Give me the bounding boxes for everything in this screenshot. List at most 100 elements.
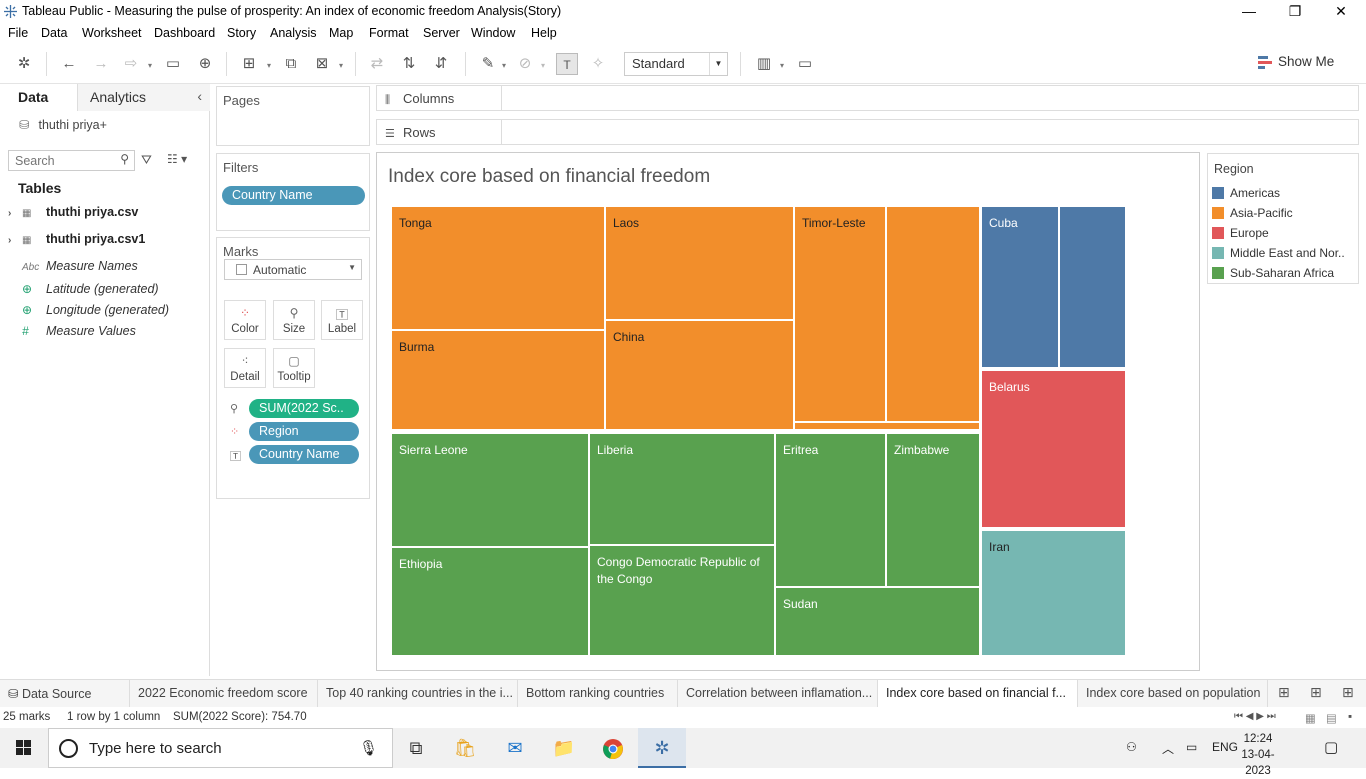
search-field[interactable]: ⚲ [8,150,135,171]
menu-format[interactable]: Format [369,26,409,40]
treemap-tile-eritrea[interactable]: Eritrea [775,433,886,587]
treemap-tile-cuba[interactable]: Cuba [981,206,1059,368]
treemap-tile[interactable] [1059,206,1126,368]
menu-map[interactable]: Map [329,26,353,40]
treemap-tile-iran[interactable]: Iran [981,530,1126,656]
menu-server[interactable]: Server [423,26,460,40]
treemap-tile-ethiopia[interactable]: Ethiopia [391,547,589,656]
size-button[interactable]: ⚲ Size [273,300,315,340]
menu-help[interactable]: Help [531,26,557,40]
treemap-tile-burma[interactable]: Burma [391,330,605,430]
filters-card[interactable]: Filters Country Name [216,153,370,231]
expand-icon[interactable]: › [8,208,22,219]
mail-icon[interactable]: ✉ [491,728,539,768]
treemap-tile[interactable] [794,422,980,430]
show-cards-icon[interactable]: ▥ [753,53,775,75]
view-options-icon[interactable]: ☷ ▾ [167,152,187,166]
treemap-tile-timor-leste[interactable]: Timor-Leste [794,206,886,422]
tab-sheet[interactable]: Bottom ranking countries [518,680,678,707]
battery-icon[interactable]: ▭ [1186,740,1197,754]
new-story-icon[interactable]: ⊞ [1342,684,1354,701]
clear-sheet-icon[interactable]: ⊠ [311,53,333,75]
menu-window[interactable]: Window [471,26,515,40]
tableau-home-icon[interactable]: ✲ [13,53,35,75]
tab-data-source[interactable]: ⛁ Data Source [0,680,130,707]
marks-pill-country-name[interactable]: Country Name [249,445,359,464]
tab-data[interactable]: Data [0,84,78,111]
expand-icon[interactable]: › [8,235,22,246]
replay-dropdown-icon[interactable]: ▾ [148,61,152,70]
show-me-button[interactable]: Show Me [1258,54,1334,70]
treemap-tile-tonga[interactable]: Tonga [391,206,605,330]
menu-file[interactable]: File [8,26,28,40]
tableau-taskbar-icon[interactable]: ✲ [638,728,686,768]
search-input[interactable] [9,151,114,170]
microphone-icon[interactable]: 🎙 [359,739,378,757]
treemap-tile-sierra-leone[interactable]: Sierra Leone [391,433,589,547]
collapse-pane-icon[interactable]: ‹ [197,88,202,104]
sort-ascending-icon[interactable]: ⇅ [398,53,420,75]
treemap-tile-liberia[interactable]: Liberia [589,433,775,545]
new-worksheet-dropdown-icon[interactable]: ▾ [267,61,271,70]
field-latitude[interactable]: ⊕ Latitude (generated) [8,282,159,296]
highlight-icon[interactable]: ✎ [477,53,499,75]
treemap-tile-belarus[interactable]: Belarus [981,370,1126,528]
new-dashboard-icon[interactable]: ⊞ [1310,684,1322,701]
treemap-tile[interactable] [886,206,980,422]
filter-icon[interactable]: ⛛ [141,152,152,168]
file-explorer-icon[interactable]: 📁 [540,728,588,768]
table-item[interactable]: › ▦ thuthi priya.csv [8,205,138,219]
sheet-navigation-icons[interactable]: ⏮ ◀ ▶ ⏭ [1234,711,1276,722]
menu-dashboard[interactable]: Dashboard [154,26,215,40]
tab-sheet-active[interactable]: Index core based on financial f... [878,680,1078,707]
legend-item-middle-east[interactable]: Middle East and Nor.. [1212,246,1345,260]
people-icon[interactable]: ⚇ [1126,740,1137,754]
tooltip-button[interactable]: ▢ Tooltip [273,348,315,388]
tab-sheet[interactable]: Top 40 ranking countries in the i... [318,680,518,707]
new-worksheet-icon[interactable]: ⊞ [238,53,260,75]
tab-sheet[interactable]: 2022 Economic freedom score [130,680,318,707]
duplicate-icon[interactable]: ⧉ [280,53,302,75]
mark-type-select[interactable]: Automatic ▼ [224,259,362,280]
treemap-tile-zimbabwe[interactable]: Zimbabwe [886,433,980,587]
filmstrip-icon[interactable]: ▤ [1326,711,1337,725]
menu-data[interactable]: Data [41,26,67,40]
task-view-icon[interactable]: ⧉ [392,728,440,768]
treemap-tile-china[interactable]: China [605,320,794,430]
legend-item-sub-saharan-africa[interactable]: Sub-Saharan Africa [1212,266,1334,280]
filter-pill-country-name[interactable]: Country Name [222,186,365,205]
legend-item-asia-pacific[interactable]: Asia-Pacific [1212,206,1293,220]
tab-analytics[interactable]: Analytics ‹ [78,84,210,111]
chevron-up-icon[interactable]: ︿ [1162,740,1174,757]
save-icon[interactable]: ▭ [162,53,184,75]
redo-icon[interactable]: → [90,53,112,75]
treemap-tile-laos[interactable]: Laos [605,206,794,320]
new-datasource-icon[interactable]: ⊕ [194,53,216,75]
field-measure-names[interactable]: Abc Measure Names [8,259,138,273]
field-measure-values[interactable]: # Measure Values [8,324,136,338]
sort-descending-icon[interactable]: ⇵ [430,53,452,75]
fix-axes-icon[interactable]: ✧ [587,53,609,75]
view-title[interactable]: Index core based on financial freedom [388,166,710,188]
undo-icon[interactable]: ← [58,53,80,75]
replay-icon[interactable]: ⇨ [120,53,142,75]
fit-select[interactable]: Standard ▼ [624,52,728,76]
show-cards-dropdown-icon[interactable]: ▾ [780,61,784,70]
region-legend[interactable]: Region Americas Asia-Pacific Europe Midd… [1207,153,1359,284]
menu-worksheet[interactable]: Worksheet [82,26,142,40]
rows-shelf[interactable]: ☰ Rows [376,119,1359,145]
detail-button[interactable]: ⁖ Detail [224,348,266,388]
tab-sheet[interactable]: Correlation between inflamation... [678,680,878,707]
tab-sheet[interactable]: Index core based on population [1078,680,1268,707]
marks-pill-sum-score[interactable]: SUM(2022 Sc.. [249,399,359,418]
tabs-icon[interactable]: ▪ [1348,711,1352,723]
chrome-icon[interactable] [589,728,637,768]
datasource-item[interactable]: ⛁ thuthi priya+ [19,117,107,132]
menu-story[interactable]: Story [227,26,256,40]
presentation-mode-icon[interactable]: ▭ [794,53,816,75]
highlight-dropdown-icon[interactable]: ▾ [502,61,506,70]
columns-shelf[interactable]: ⫼ Columns [376,85,1359,111]
close-button[interactable]: ✕ [1318,0,1364,23]
group-members-icon[interactable]: ⊘ [514,53,536,75]
store-icon[interactable]: 🛍 [441,728,489,768]
